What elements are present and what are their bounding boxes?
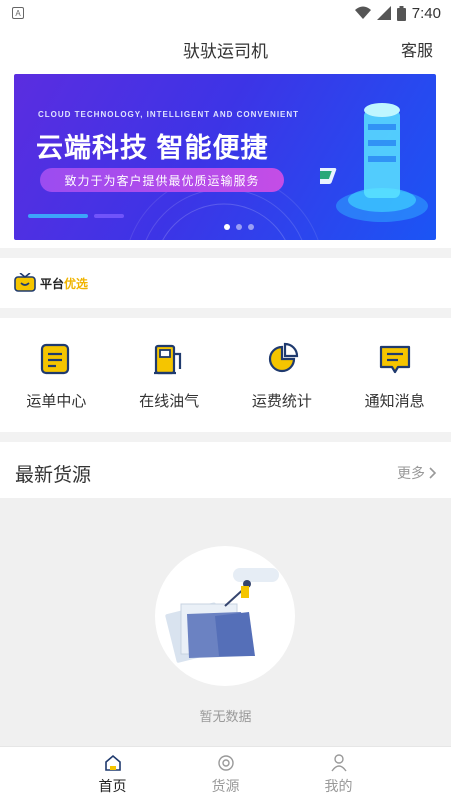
battery-icon (396, 5, 406, 21)
tab-label: 货源 (211, 778, 240, 794)
tv-icon (14, 273, 36, 292)
newest-cargo-header: 最新货源 更多 (0, 442, 451, 498)
platform-pick-label: 平台优选 (40, 275, 88, 292)
carousel-dot[interactable] (224, 224, 230, 230)
tab-cargo[interactable]: 货源 (169, 747, 282, 800)
menu-freight-stats[interactable]: 运费统计 (226, 318, 339, 432)
more-link[interactable]: 更多 (397, 463, 437, 483)
banner-slogan: 致力于为客户提供最优质运输服务 (40, 168, 284, 192)
empty-folder-illustration-icon (165, 568, 279, 663)
cargo-icon (217, 755, 234, 771)
empty-text: 暂无数据 (199, 709, 252, 724)
banner-title: 云端科技 智能便捷 (36, 133, 269, 163)
menu-notifications[interactable]: 通知消息 (338, 318, 451, 432)
platform-pick-section: 平台优选 (0, 258, 451, 308)
more-label: 更多 (397, 465, 425, 481)
carousel-indicator (224, 224, 254, 230)
customer-service-button[interactable]: 客服 (401, 37, 433, 61)
page-title: 驮驮运司机 (183, 42, 268, 61)
bottom-tab-bar: 首页 货源 我的 (0, 746, 451, 800)
message-icon (379, 345, 410, 374)
banner-subtitle: CLOUD TECHNOLOGY, INTELLIGENT AND CONVEN… (38, 110, 300, 119)
menu-waybill-center[interactable]: 运单中心 (0, 318, 113, 432)
tab-home[interactable]: 首页 (56, 747, 169, 800)
chevron-right-icon (429, 467, 437, 479)
pick-label-a: 平台 (40, 276, 65, 291)
clock: 7:40 (411, 4, 441, 22)
notification-icon: A (12, 7, 24, 19)
empty-state: 暂无数据 (0, 498, 451, 746)
banner-carousel[interactable]: CLOUD TECHNOLOGY, INTELLIGENT AND CONVEN… (14, 74, 436, 240)
carousel-dot[interactable] (236, 224, 242, 230)
status-indicators: 7:40 (354, 4, 441, 22)
carousel-dot[interactable] (248, 224, 254, 230)
menu-label: 运单中心 (26, 393, 87, 410)
pie-chart-icon (268, 342, 298, 373)
app-header: 驮驮运司机 客服 (0, 26, 451, 70)
menu-label: 通知消息 (364, 393, 425, 410)
menu-label: 在线油气 (139, 393, 200, 410)
status-bar: A 7:40 (0, 0, 451, 26)
tab-label: 我的 (324, 778, 353, 794)
wifi-icon (354, 6, 371, 19)
fuel-pump-icon (154, 344, 182, 375)
menu-label: 运费统计 (251, 393, 312, 410)
menu-online-fuel[interactable]: 在线油气 (113, 318, 226, 432)
quick-menu: 运单中心 在线油气 运费统计 通知消息 (0, 318, 451, 432)
section-title: 最新货源 (15, 465, 92, 486)
pick-label-b: 优选 (64, 276, 89, 291)
home-icon (104, 754, 121, 771)
user-icon (330, 754, 347, 772)
document-icon (41, 343, 70, 375)
tab-label: 首页 (98, 778, 127, 794)
banner-section: CLOUD TECHNOLOGY, INTELLIGENT AND CONVEN… (0, 70, 451, 248)
server-illustration-icon (320, 103, 428, 222)
signal-icon (376, 6, 391, 20)
tab-mine[interactable]: 我的 (282, 747, 395, 800)
